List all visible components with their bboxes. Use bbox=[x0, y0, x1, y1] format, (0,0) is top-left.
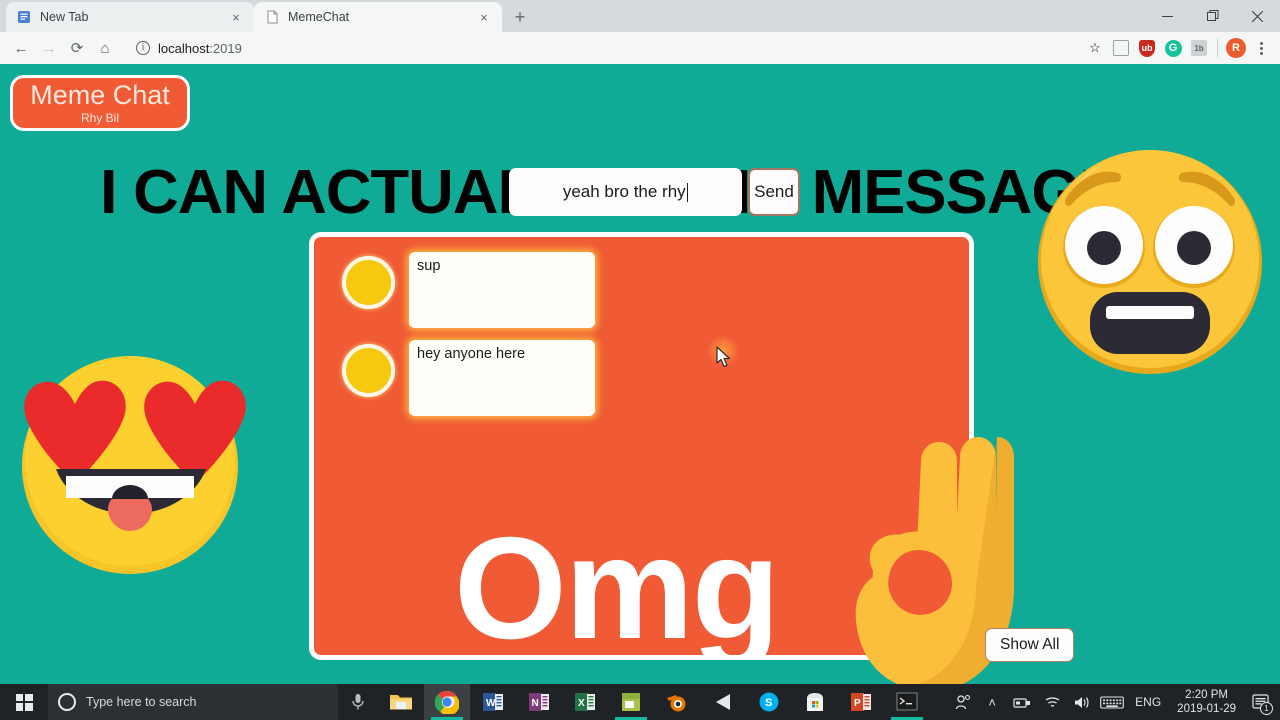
minimize-button[interactable] bbox=[1145, 0, 1190, 32]
reload-icon[interactable]: ⟳ bbox=[64, 35, 90, 61]
avatar-initial: R bbox=[1226, 38, 1246, 58]
svg-text:N: N bbox=[532, 698, 539, 709]
user-avatar bbox=[342, 344, 395, 397]
message-text: sup bbox=[409, 252, 595, 328]
document-blue-icon bbox=[16, 9, 32, 25]
web-page: Meme Chat Rhy Bil I CAN ACTUALLY SEND ME… bbox=[0, 64, 1280, 684]
page-icon bbox=[264, 9, 280, 25]
grammarly-glyph: G bbox=[1164, 39, 1182, 57]
taskbar-app-microsoft-onenote[interactable]: N bbox=[516, 684, 562, 720]
taskbar-app-microsoft-excel[interactable]: X bbox=[562, 684, 608, 720]
taskbar-app-unity[interactable] bbox=[700, 684, 746, 720]
action-center-icon[interactable]: 1 bbox=[1244, 684, 1276, 720]
usb-eject-icon[interactable] bbox=[1007, 684, 1037, 720]
screen: New Tab × MemeChat × + ← → ⟳ ⌂ i localho… bbox=[0, 0, 1280, 720]
taskbar-apps: W N X S P bbox=[378, 684, 930, 720]
taskbar-app-microsoft-word[interactable]: W bbox=[470, 684, 516, 720]
profile-avatar[interactable]: R bbox=[1224, 36, 1248, 60]
search-input[interactable]: Type here to search bbox=[48, 684, 338, 720]
smiling-face-with-heart-eyes-emoji bbox=[8, 331, 253, 576]
taskbar-app-command-prompt[interactable] bbox=[884, 684, 930, 720]
message-input-value: yeah bro the rhy bbox=[562, 182, 686, 201]
bookmark-star-icon[interactable]: ☆ bbox=[1083, 36, 1107, 60]
app-logo[interactable]: Meme Chat Rhy Bil bbox=[10, 75, 190, 131]
tab-title: MemeChat bbox=[288, 10, 350, 24]
svg-text:X: X bbox=[578, 698, 585, 709]
notification-count-badge: 1 bbox=[1260, 702, 1273, 715]
cortana-icon bbox=[58, 693, 76, 711]
screenshot-icon[interactable] bbox=[1109, 36, 1133, 60]
taskbar-app-skype[interactable]: S bbox=[746, 684, 792, 720]
tab-strip: New Tab × MemeChat × + bbox=[0, 0, 1280, 32]
clock-time: 2:20 PM bbox=[1185, 688, 1228, 701]
clock[interactable]: 2:20 PM 2019-01-29 bbox=[1169, 684, 1244, 720]
home-icon[interactable]: ⌂ bbox=[92, 35, 118, 61]
ublock-origin-icon[interactable]: ub bbox=[1135, 36, 1159, 60]
onetab-icon[interactable]: 1b bbox=[1187, 36, 1211, 60]
back-icon[interactable]: ← bbox=[8, 35, 34, 61]
app-logo-subtitle: Rhy Bil bbox=[80, 111, 119, 125]
clock-date: 2019-01-29 bbox=[1177, 703, 1236, 715]
svg-text:S: S bbox=[765, 697, 772, 709]
address-bar[interactable]: i localhost:2019 bbox=[126, 35, 1075, 61]
astonished-face-emoji bbox=[1028, 140, 1273, 385]
system-tray: ˄ ENG 2:20 PM 2019-01-29 1 bbox=[947, 684, 1280, 720]
mouse-pointer bbox=[716, 346, 732, 373]
taskbar-app-microsoft-store[interactable] bbox=[792, 684, 838, 720]
url-text: localhost:2019 bbox=[158, 41, 242, 56]
toolbar-actions: ☆ ub G 1b R bbox=[1083, 36, 1272, 60]
message-item: hey anyone here bbox=[342, 340, 632, 416]
taskbar-app-microsoft-powerpoint[interactable]: P bbox=[838, 684, 884, 720]
url-port: :2019 bbox=[209, 40, 242, 56]
taskbar-app-google-chrome[interactable] bbox=[424, 684, 470, 720]
close-button[interactable] bbox=[1235, 0, 1280, 32]
close-icon[interactable]: × bbox=[228, 9, 244, 25]
meme-overlay-text: Omg bbox=[454, 507, 780, 660]
text-caret bbox=[686, 182, 689, 202]
svg-text:W: W bbox=[486, 698, 496, 709]
tab-title: New Tab bbox=[40, 10, 89, 24]
wifi-icon[interactable] bbox=[1037, 684, 1067, 720]
send-button[interactable]: Send bbox=[748, 168, 800, 216]
forward-icon[interactable]: → bbox=[36, 35, 62, 61]
taskbar-app-blender[interactable] bbox=[654, 684, 700, 720]
search-placeholder: Type here to search bbox=[86, 695, 197, 709]
site-info-icon[interactable]: i bbox=[136, 41, 150, 55]
language-indicator[interactable]: ENG bbox=[1127, 684, 1169, 720]
windows-start-icon[interactable] bbox=[0, 684, 48, 720]
message-item: sup bbox=[342, 252, 632, 328]
message-input[interactable]: yeah bro the rhy bbox=[509, 168, 742, 216]
message-list: sup hey anyone here bbox=[342, 252, 632, 428]
svg-text:P: P bbox=[854, 698, 861, 709]
ublock-glyph: ub bbox=[1139, 39, 1155, 57]
taskbar-app-file-explorer[interactable] bbox=[378, 684, 424, 720]
browser-tab-new-tab[interactable]: New Tab × bbox=[6, 2, 254, 32]
browser-chrome: New Tab × MemeChat × + ← → ⟳ ⌂ i localho… bbox=[0, 0, 1280, 64]
toolbar-divider bbox=[1217, 39, 1218, 57]
user-avatar bbox=[342, 256, 395, 309]
show-hidden-icons-chevron-up-icon[interactable]: ˄ bbox=[977, 684, 1007, 720]
browser-toolbar: ← → ⟳ ⌂ i localhost:2019 ☆ ub G 1b R bbox=[0, 32, 1280, 64]
message-composer: yeah bro the rhy Send bbox=[509, 168, 800, 216]
microphone-icon[interactable] bbox=[338, 684, 378, 720]
show-all-button[interactable]: Show All bbox=[985, 628, 1075, 662]
keyboard-icon[interactable] bbox=[1097, 684, 1127, 720]
maximize-button[interactable] bbox=[1190, 0, 1235, 32]
grammarly-icon[interactable]: G bbox=[1161, 36, 1185, 60]
url-host: localhost bbox=[158, 40, 210, 56]
app-logo-title: Meme Chat bbox=[30, 80, 170, 110]
windows-taskbar: Type here to search W N X S P ˄ ENG 2:20… bbox=[0, 684, 1280, 720]
window-controls bbox=[1145, 0, 1280, 32]
close-icon[interactable]: × bbox=[476, 9, 492, 25]
speaker-icon[interactable] bbox=[1067, 684, 1097, 720]
new-tab-button[interactable]: + bbox=[506, 3, 534, 31]
kebab-menu-icon[interactable] bbox=[1250, 36, 1272, 60]
onetab-glyph: 1b bbox=[1191, 40, 1207, 56]
people-icon[interactable] bbox=[947, 684, 977, 720]
taskbar-app-microsoft-publisher[interactable] bbox=[608, 684, 654, 720]
message-text: hey anyone here bbox=[409, 340, 595, 416]
browser-tab-memechat[interactable]: MemeChat × bbox=[254, 2, 502, 32]
